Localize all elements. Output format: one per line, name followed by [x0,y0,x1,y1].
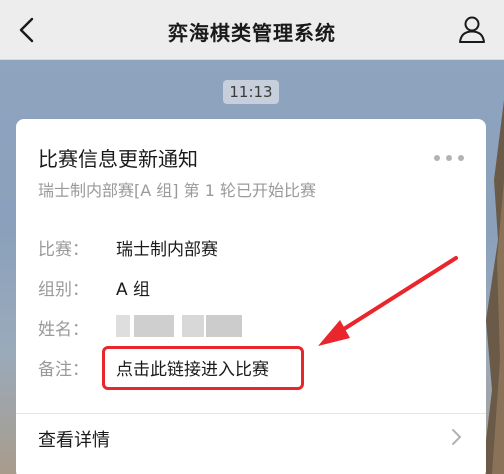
field-label-match: 比赛： [38,240,89,260]
view-details-label: 查看详情 [38,430,110,451]
navigation-bar: 弈海棋类管理系统 [0,0,504,60]
field-value-group: A 组 [116,280,151,300]
field-label-group: 组别： [38,280,89,300]
message-timestamp: 11:13 [223,80,279,104]
redacted-name [116,315,242,337]
more-dots-icon[interactable] [434,155,464,163]
card-title: 比赛信息更新通知 [38,147,198,171]
notification-card[interactable]: 比赛信息更新通知 瑞士制内部赛[A 组] 第 1 轮已开始比赛 比赛： 瑞士制内… [16,119,486,474]
view-details-button[interactable]: 查看详情 [16,414,486,459]
field-label-name: 姓名： [38,320,89,340]
field-value-match: 瑞士制内部赛 [116,240,218,260]
field-label-note: 备注： [38,360,89,380]
chevron-right-icon [452,429,461,445]
highlight-box [102,346,304,390]
card-subtitle: 瑞士制内部赛[A 组] 第 1 轮已开始比赛 [38,181,316,200]
app-title: 弈海棋类管理系统 [168,21,336,45]
user-icon[interactable] [458,14,486,44]
